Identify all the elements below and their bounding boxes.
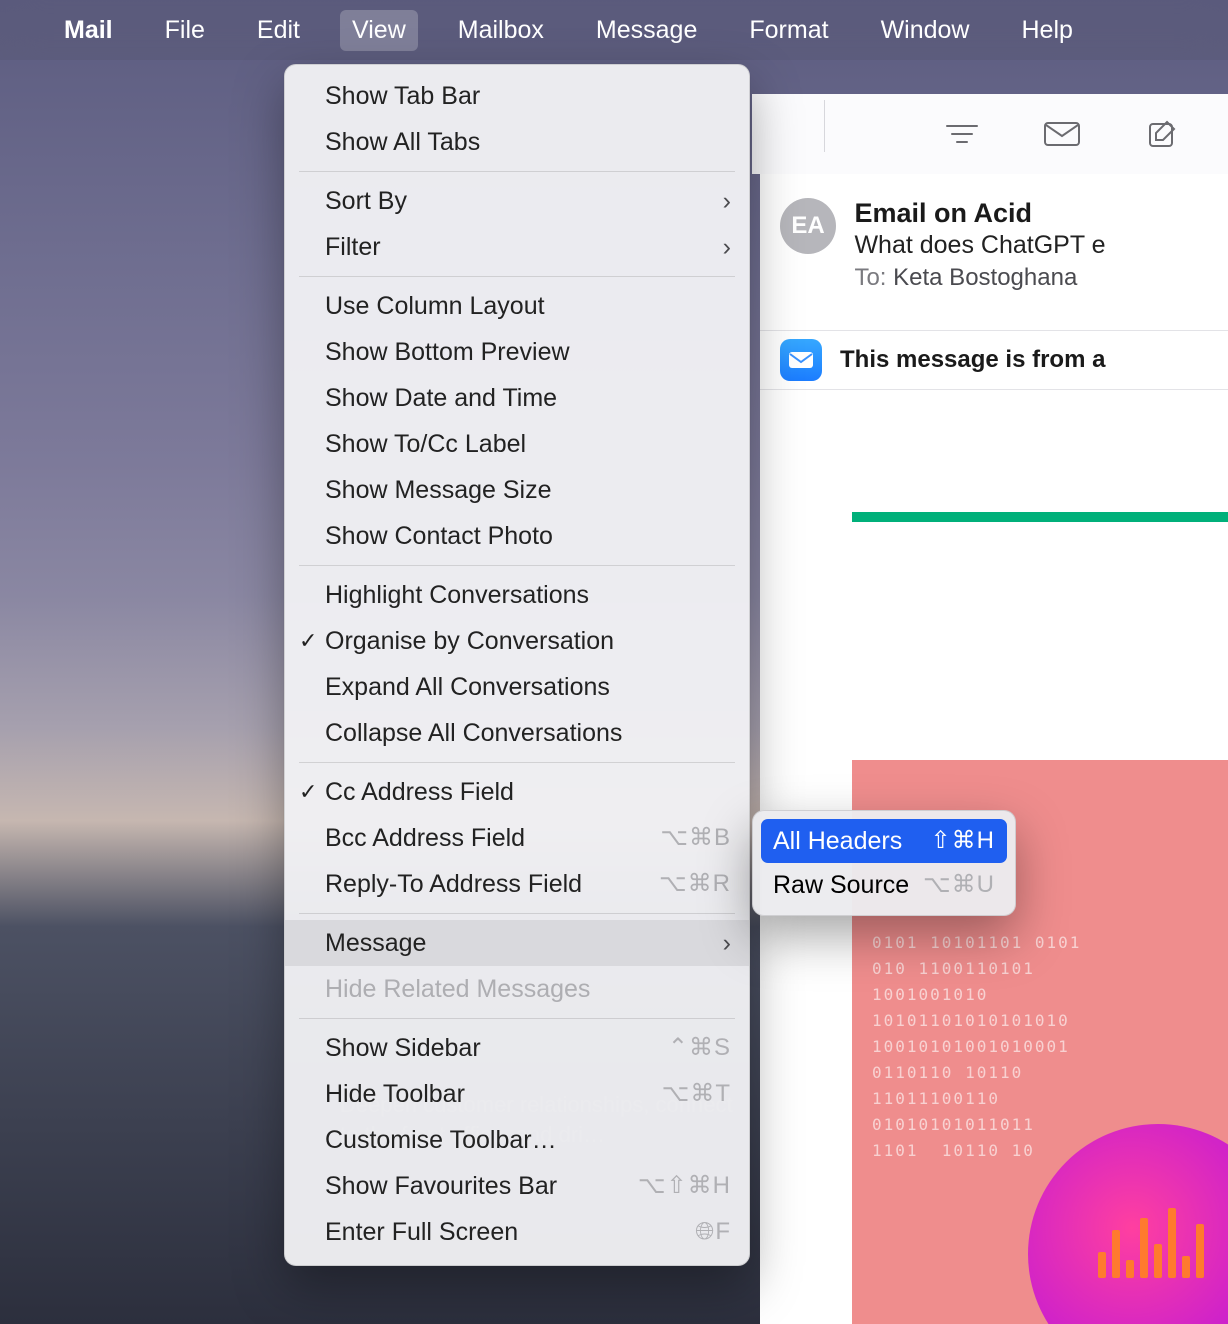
mail-app-icon	[780, 339, 822, 381]
to-name[interactable]: Keta Bostoghana	[893, 264, 1077, 291]
menuitem-hide-toolbar[interactable]: Hide Toolbar⌥⌘T	[285, 1071, 749, 1117]
to-field: To: Keta Bostoghana	[854, 264, 1105, 292]
message-submenu: All Headers⇧⌘H Raw Source⌥⌘U	[752, 810, 1016, 916]
submenu-all-headers[interactable]: All Headers⇧⌘H	[761, 819, 1007, 863]
menuitem-show-message-size[interactable]: Show Message Size	[285, 467, 749, 513]
shortcut-label: ⌥⇧⌘H	[638, 1167, 731, 1205]
menuitem-hide-related-messages: Hide Related Messages	[285, 966, 749, 1012]
checkmark-icon: ✓	[299, 773, 317, 811]
menuitem-expand-all-conversations[interactable]: Expand All Conversations	[285, 664, 749, 710]
banner-text: This message is from a	[840, 346, 1105, 374]
chevron-right-icon: ›	[723, 228, 731, 266]
equalizer-bars-icon	[1098, 1198, 1218, 1278]
menuitem-customise-toolbar[interactable]: Customise Toolbar…	[285, 1117, 749, 1163]
compose-icon[interactable]	[1142, 120, 1182, 148]
menu-edit[interactable]: Edit	[245, 10, 312, 51]
shortcut-label: ⌥⌘R	[659, 865, 731, 903]
shortcut-label: ⌥⌘B	[660, 819, 731, 857]
menu-bar: Mail File Edit View Mailbox Message Form…	[0, 0, 1228, 60]
sender-name[interactable]: Email on Acid	[854, 198, 1105, 229]
view-menu-dropdown: Show Tab Bar Show All Tabs Sort By› Filt…	[284, 64, 750, 1266]
chevron-right-icon: ›	[723, 924, 731, 962]
menuitem-enter-full-screen[interactable]: Enter Full Screen🌐︎F	[285, 1209, 749, 1255]
menuitem-bcc-address-field[interactable]: Bcc Address Field⌥⌘B	[285, 815, 749, 861]
avatar: EA	[780, 198, 836, 254]
menu-view[interactable]: View	[340, 10, 418, 51]
menuitem-highlight-conversations[interactable]: Highlight Conversations	[285, 572, 749, 618]
menu-app-mail[interactable]: Mail	[52, 10, 125, 51]
toolbar-separator	[824, 100, 825, 152]
menu-file[interactable]: File	[153, 10, 217, 51]
chevron-right-icon: ›	[723, 182, 731, 220]
menuitem-reply-to-address-field[interactable]: Reply-To Address Field⌥⌘R	[285, 861, 749, 907]
shortcut-label: ⌃⌘S	[668, 1029, 731, 1067]
menuitem-cc-address-field[interactable]: ✓Cc Address Field	[285, 769, 749, 815]
menuitem-filter[interactable]: Filter›	[285, 224, 749, 270]
menuitem-show-contact-photo[interactable]: Show Contact Photo	[285, 513, 749, 559]
shortcut-label: 🌐︎F	[695, 1213, 731, 1251]
content-accent-bar	[852, 512, 1228, 522]
menuitem-show-to-cc-label[interactable]: Show To/Cc Label	[285, 421, 749, 467]
message-header: EA Email on Acid What does ChatGPT e To:…	[760, 188, 1228, 312]
to-label: To:	[854, 264, 886, 291]
menuitem-sort-by[interactable]: Sort By›	[285, 178, 749, 224]
menuitem-show-all-tabs[interactable]: Show All Tabs	[285, 119, 749, 165]
menuitem-show-date-time[interactable]: Show Date and Time	[285, 375, 749, 421]
checkmark-icon: ✓	[299, 622, 317, 660]
shortcut-label: ⌥⌘T	[662, 1075, 731, 1113]
menuitem-show-sidebar[interactable]: Show Sidebar⌃⌘S	[285, 1025, 749, 1071]
menu-format[interactable]: Format	[737, 10, 840, 51]
menuitem-use-column-layout[interactable]: Use Column Layout	[285, 283, 749, 329]
menuitem-organise-by-conversation[interactable]: ✓Organise by Conversation	[285, 618, 749, 664]
menuitem-message-submenu[interactable]: Message›	[285, 920, 749, 966]
menu-window[interactable]: Window	[869, 10, 982, 51]
menu-message[interactable]: Message	[584, 10, 709, 51]
filter-lines-icon[interactable]	[942, 120, 982, 148]
menuitem-show-favourites-bar[interactable]: Show Favourites Bar⌥⇧⌘H	[285, 1163, 749, 1209]
menuitem-show-bottom-preview[interactable]: Show Bottom Preview	[285, 329, 749, 375]
submenu-raw-source[interactable]: Raw Source⌥⌘U	[761, 863, 1007, 907]
subject-preview: What does ChatGPT e	[854, 231, 1105, 260]
menu-help[interactable]: Help	[1009, 10, 1084, 51]
envelope-icon[interactable]	[1042, 120, 1082, 148]
shortcut-label: ⇧⌘H	[931, 823, 995, 859]
menuitem-collapse-all-conversations[interactable]: Collapse All Conversations	[285, 710, 749, 756]
menuitem-show-tab-bar[interactable]: Show Tab Bar	[285, 73, 749, 119]
menu-mailbox[interactable]: Mailbox	[446, 10, 556, 51]
shortcut-label: ⌥⌘U	[923, 867, 995, 903]
mailing-list-banner: This message is from a	[760, 330, 1228, 390]
